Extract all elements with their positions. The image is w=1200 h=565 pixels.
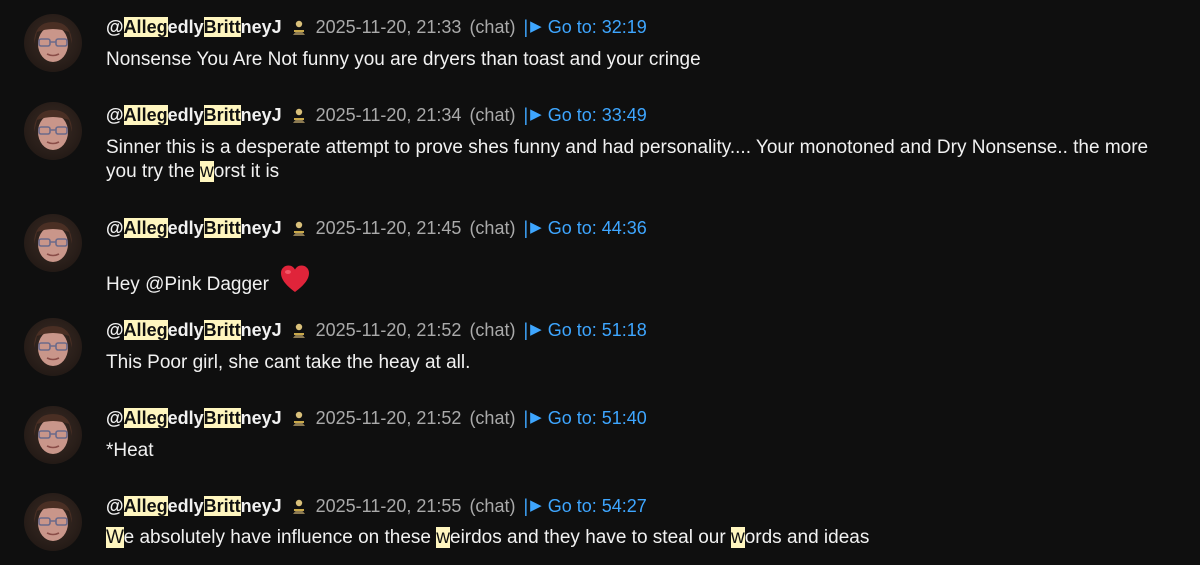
play-icon: ▶ xyxy=(530,409,542,426)
comment-source: (chat) xyxy=(469,17,516,37)
author-name[interactable]: @AllegedlyBrittneyJ xyxy=(106,406,282,430)
play-icon: ▶ xyxy=(530,321,542,338)
separator-bar: | xyxy=(523,218,529,238)
play-icon: ▶ xyxy=(530,106,542,123)
avatar-portrait-icon xyxy=(34,501,72,541)
comment-text: Hey @Pink Dagger xyxy=(106,264,1181,301)
avatar-portrait-icon xyxy=(34,326,72,366)
separator-bar: | xyxy=(523,105,529,125)
comment-source: (chat) xyxy=(469,408,516,428)
member-badge-icon xyxy=(290,106,308,124)
comment-timestamp: 2025-11-20, 21:52 xyxy=(315,320,462,340)
comment-text: We absolutely have influence on these we… xyxy=(106,527,870,548)
avatar-portrait-icon xyxy=(34,414,72,454)
comment-header: @AllegedlyBrittneyJ 2025-11-20, 21:52 (c… xyxy=(106,406,647,430)
avatar-portrait-icon xyxy=(34,222,72,262)
comment-text: Nonsense You Are Not funny you are dryer… xyxy=(106,49,701,70)
separator-bar: | xyxy=(523,320,529,340)
go-to-label: Go to: 44:36 xyxy=(547,218,647,238)
comment-header: @AllegedlyBrittneyJ 2025-11-20, 21:55 (c… xyxy=(106,494,647,518)
author-name[interactable]: @AllegedlyBrittneyJ xyxy=(106,103,282,127)
comment-source: (chat) xyxy=(469,496,516,516)
comment-text: Sinner this is a desperate attempt to pr… xyxy=(106,137,1149,182)
go-to-label: Go to: 54:27 xyxy=(547,496,647,516)
comment-text: *Heat xyxy=(106,440,154,461)
go-to-timestamp-link[interactable]: | ▶ Go to: 44:36 xyxy=(523,216,646,240)
separator-bar: | xyxy=(523,17,529,37)
member-badge-icon xyxy=(290,409,308,427)
play-icon: ▶ xyxy=(530,18,542,35)
author-name[interactable]: @AllegedlyBrittneyJ xyxy=(106,494,282,518)
comment-source: (chat) xyxy=(469,218,516,238)
go-to-label: Go to: 33:49 xyxy=(547,105,647,125)
member-badge-icon xyxy=(290,497,308,515)
go-to-label: Go to: 51:40 xyxy=(547,408,647,428)
comment-source: (chat) xyxy=(469,320,516,340)
member-badge-icon xyxy=(290,321,308,339)
avatar[interactable] xyxy=(24,102,82,160)
avatar[interactable] xyxy=(24,318,82,376)
play-icon: ▶ xyxy=(530,219,542,236)
comment-header: @AllegedlyBrittneyJ 2025-11-20, 21:34 (c… xyxy=(106,103,647,127)
go-to-timestamp-link[interactable]: | ▶ Go to: 51:40 xyxy=(523,406,646,430)
author-name[interactable]: @AllegedlyBrittneyJ xyxy=(106,15,282,39)
red-heart-icon xyxy=(279,264,311,301)
comment-timestamp: 2025-11-20, 21:55 xyxy=(315,496,462,516)
comment-header: @AllegedlyBrittneyJ 2025-11-20, 21:52 (c… xyxy=(106,318,647,342)
comment-timestamp: 2025-11-20, 21:52 xyxy=(315,408,462,428)
chat-comment-feed: @AllegedlyBrittneyJ 2025-11-20, 21:33 (c… xyxy=(0,0,1200,565)
go-to-timestamp-link[interactable]: | ▶ Go to: 32:19 xyxy=(523,15,646,39)
go-to-label: Go to: 51:18 xyxy=(547,320,647,340)
comment-header: @AllegedlyBrittneyJ 2025-11-20, 21:33 (c… xyxy=(106,15,647,39)
avatar[interactable] xyxy=(24,406,82,464)
member-badge-icon xyxy=(290,18,308,36)
go-to-timestamp-link[interactable]: | ▶ Go to: 33:49 xyxy=(523,103,646,127)
avatar[interactable] xyxy=(24,493,82,551)
comment-header: @AllegedlyBrittneyJ 2025-11-20, 21:45 (c… xyxy=(106,216,647,240)
separator-bar: | xyxy=(523,408,529,428)
comment-timestamp: 2025-11-20, 21:34 xyxy=(315,105,462,125)
separator-bar: | xyxy=(523,496,529,516)
comment-timestamp: 2025-11-20, 21:33 xyxy=(315,17,462,37)
go-to-label: Go to: 32:19 xyxy=(547,17,647,37)
play-icon: ▶ xyxy=(530,497,542,514)
comment-text: This Poor girl, she cant take the heay a… xyxy=(106,352,471,373)
avatar-portrait-icon xyxy=(34,110,72,150)
go-to-timestamp-link[interactable]: | ▶ Go to: 54:27 xyxy=(523,494,646,518)
comment-timestamp: 2025-11-20, 21:45 xyxy=(315,218,462,238)
member-badge-icon xyxy=(290,219,308,237)
go-to-timestamp-link[interactable]: | ▶ Go to: 51:18 xyxy=(523,318,646,342)
avatar[interactable] xyxy=(24,214,82,272)
avatar-portrait-icon xyxy=(34,22,72,62)
comment-source: (chat) xyxy=(469,105,516,125)
author-name[interactable]: @AllegedlyBrittneyJ xyxy=(106,216,282,240)
avatar[interactable] xyxy=(24,14,82,72)
author-name[interactable]: @AllegedlyBrittneyJ xyxy=(106,318,282,342)
